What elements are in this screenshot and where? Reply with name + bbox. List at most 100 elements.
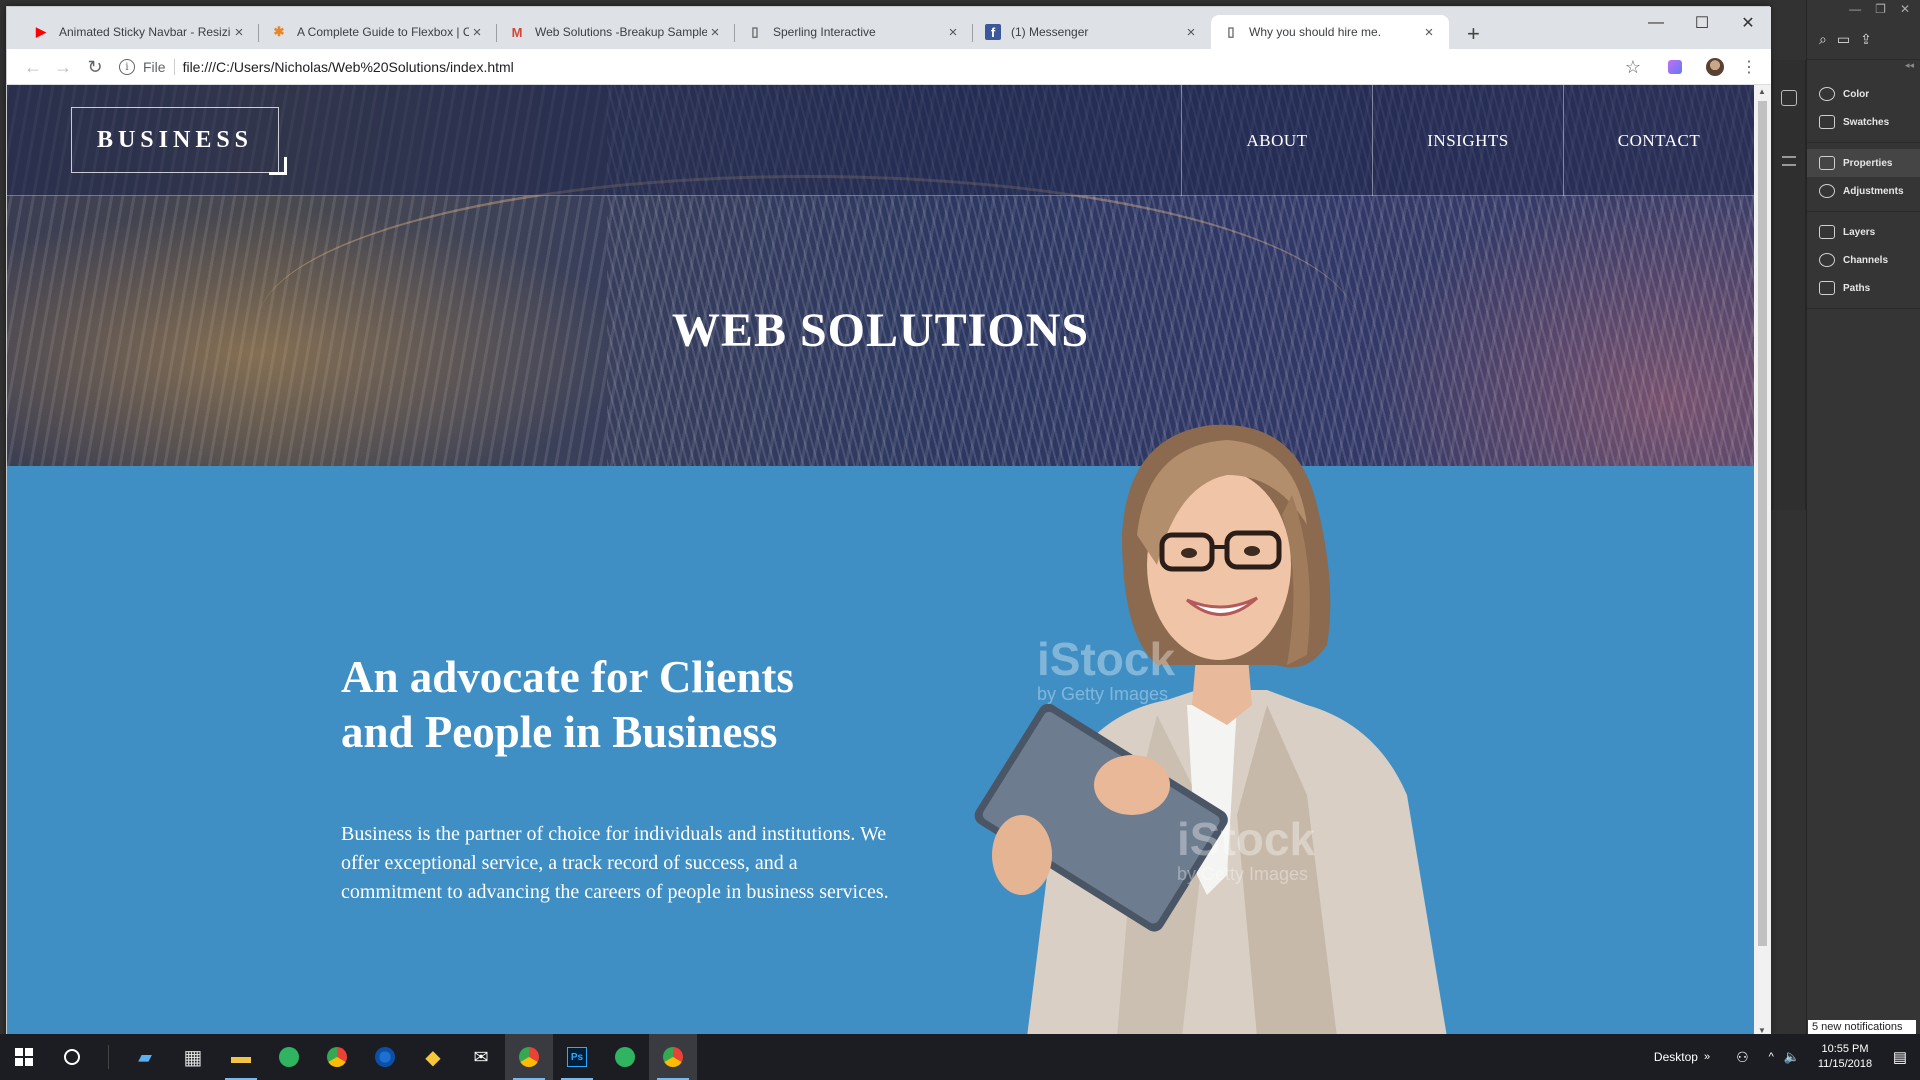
workspace-icon[interactable]: ▭: [1837, 31, 1850, 48]
color-icon: [1819, 87, 1835, 101]
notification-center-icon[interactable]: ▤: [1880, 1048, 1920, 1066]
collapse-icon[interactable]: ◂◂: [1807, 60, 1920, 74]
taskbar-app-chrome-window[interactable]: [649, 1034, 697, 1080]
nav-link-contact[interactable]: CONTACT: [1563, 85, 1754, 196]
avatar[interactable]: [1703, 55, 1727, 79]
tab-animated-navbar[interactable]: ▶ Animated Sticky Navbar - Resizin ×: [21, 15, 259, 49]
panel-paths[interactable]: Paths: [1807, 274, 1920, 302]
photoshop-tool-strip: [1772, 60, 1806, 510]
window-controls: — ☐ ✕: [1633, 7, 1771, 39]
panel-properties[interactable]: Properties: [1807, 149, 1920, 177]
desktop-toolbar-label[interactable]: Desktop: [1654, 1050, 1698, 1064]
page-icon: ▯: [1227, 24, 1235, 39]
taskbar-app-chrome-profile[interactable]: [505, 1034, 553, 1080]
channels-icon: [1819, 253, 1835, 267]
taskbar-app-green-b[interactable]: [601, 1034, 649, 1080]
close-icon[interactable]: ✕: [1900, 2, 1910, 20]
address-bar[interactable]: i File file:///C:/Users/Nicholas/Web%20S…: [119, 55, 1619, 79]
tab-flexbox-guide[interactable]: ✱ A Complete Guide to Flexbox | C ×: [259, 15, 497, 49]
taskbar-app-computer[interactable]: ▰: [121, 1034, 169, 1080]
nav-link-about[interactable]: ABOUT: [1181, 85, 1372, 196]
toolbar: ← → ↻ i File file:///C:/Users/Nicholas/W…: [7, 49, 1771, 85]
minimize-icon[interactable]: —: [1633, 7, 1679, 39]
windows-icon: [15, 1048, 33, 1066]
app-icon: [279, 1047, 299, 1067]
taskbar-app-green-a[interactable]: [265, 1034, 313, 1080]
tab-sperling[interactable]: ▯ Sperling Interactive ×: [735, 15, 973, 49]
tab-web-solutions-email[interactable]: M Web Solutions -Breakup Sample ×: [497, 15, 735, 49]
back-icon[interactable]: ←: [21, 55, 45, 79]
taskbar-app-firefox[interactable]: [361, 1034, 409, 1080]
nav-link-insights[interactable]: INSIGHTS: [1372, 85, 1563, 196]
portrait-image: iStock by Getty Images iStock by Getty I…: [974, 424, 1447, 1037]
taskbar-app-chrome[interactable]: [313, 1034, 361, 1080]
taskbar-app-git[interactable]: ◆: [409, 1034, 457, 1080]
page-viewport: BUSINESS ABOUT INSIGHTS CONTACT WEB SOLU…: [7, 85, 1754, 1037]
tab-close-icon[interactable]: ×: [469, 24, 485, 41]
clock-date: 11/15/2018: [1817, 1058, 1873, 1070]
restore-icon[interactable]: ❐: [1875, 2, 1886, 20]
tab-title: Why you should hire me.: [1249, 25, 1382, 39]
tab-close-icon[interactable]: ×: [1421, 24, 1437, 41]
new-tab-button[interactable]: +: [1467, 21, 1480, 47]
scrollbar-thumb[interactable]: [1758, 101, 1767, 946]
search-icon[interactable]: ⌕: [1819, 31, 1827, 48]
panel-layers[interactable]: Layers: [1807, 218, 1920, 246]
taskbar-app-photoshop[interactable]: Ps: [553, 1034, 601, 1080]
maximize-icon[interactable]: ☐: [1679, 7, 1725, 39]
reload-icon[interactable]: ↻: [83, 55, 107, 79]
taskbar-app-file-explorer[interactable]: ▬: [217, 1034, 265, 1080]
photoshop-panel-dock: — ❐ ✕ ⌕ ▭ ⇪ ◂◂ Color Swatches Properties…: [1806, 0, 1920, 1034]
tab-close-icon[interactable]: ×: [707, 24, 723, 41]
layers-icon: [1819, 225, 1835, 239]
panel-color[interactable]: Color: [1807, 80, 1920, 108]
close-icon[interactable]: ✕: [1725, 7, 1771, 39]
start-button[interactable]: [0, 1034, 48, 1080]
site-logo[interactable]: BUSINESS: [71, 107, 279, 173]
forward-icon[interactable]: →: [51, 55, 75, 79]
cortana-button[interactable]: [48, 1034, 96, 1080]
panel-swatches[interactable]: Swatches: [1807, 108, 1920, 136]
photoshop-window-controls: — ❐ ✕: [1807, 0, 1920, 20]
chevron-right-icon[interactable]: »: [1704, 1051, 1710, 1063]
people-icon[interactable]: ⚇: [1736, 1049, 1749, 1066]
facebook-icon: f: [985, 24, 1001, 40]
tab-close-icon[interactable]: ×: [1183, 24, 1199, 41]
history-icon[interactable]: [1781, 90, 1797, 106]
css-tricks-icon: ✱: [273, 24, 285, 39]
bookmark-star-icon[interactable]: ☆: [1621, 55, 1645, 79]
taskbar-app-mail[interactable]: ✉: [457, 1034, 505, 1080]
panel-adjustments[interactable]: Adjustments: [1807, 177, 1920, 205]
taskbar: ▰ ▦ ▬ ◆ ✉ Ps Desktop » ⚇ ^ 🔈 10:55 PM 11…: [0, 1034, 1920, 1080]
volume-icon[interactable]: 🔈: [1784, 1049, 1800, 1065]
about-section: An advocate for Clients and People in Bu…: [7, 466, 1754, 1037]
chevron-up-icon[interactable]: ^: [1769, 1051, 1774, 1063]
share-icon[interactable]: ⇪: [1860, 31, 1872, 48]
site-navbar: BUSINESS ABOUT INSIGHTS CONTACT: [7, 85, 1754, 196]
tab-messenger[interactable]: f (1) Messenger ×: [973, 15, 1211, 49]
panel-label: Swatches: [1843, 116, 1890, 128]
headline-line: An advocate for Clients: [341, 652, 794, 702]
menu-icon[interactable]: [1782, 156, 1796, 166]
mail-icon: ✉: [473, 1046, 489, 1067]
panel-channels[interactable]: Channels: [1807, 246, 1920, 274]
chrome-icon: [663, 1047, 683, 1067]
extension-icon[interactable]: [1663, 55, 1687, 79]
taskbar-app-calculator[interactable]: ▦: [169, 1034, 217, 1080]
swatches-icon: [1819, 115, 1835, 129]
address-url[interactable]: file:///C:/Users/Nicholas/Web%20Solution…: [183, 59, 514, 75]
chrome-icon: [519, 1047, 539, 1067]
app-icon: [615, 1047, 635, 1067]
info-icon[interactable]: i: [119, 59, 135, 75]
menu-icon[interactable]: ⋮: [1737, 55, 1761, 79]
tab-close-icon[interactable]: ×: [945, 24, 961, 41]
scroll-up-icon[interactable]: ▲: [1758, 87, 1766, 96]
vertical-scrollbar[interactable]: ▲ ▼: [1754, 85, 1771, 1037]
clock[interactable]: 10:55 PM 11/15/2018: [1810, 1042, 1880, 1072]
page-icon: ▯: [751, 24, 759, 39]
tab-hire-me[interactable]: ▯ Why you should hire me. ×: [1211, 15, 1449, 49]
minimize-icon[interactable]: —: [1849, 2, 1861, 20]
tab-close-icon[interactable]: ×: [231, 24, 247, 41]
panel-group-properties: Properties Adjustments: [1807, 143, 1920, 212]
panel-label: Paths: [1843, 282, 1871, 294]
